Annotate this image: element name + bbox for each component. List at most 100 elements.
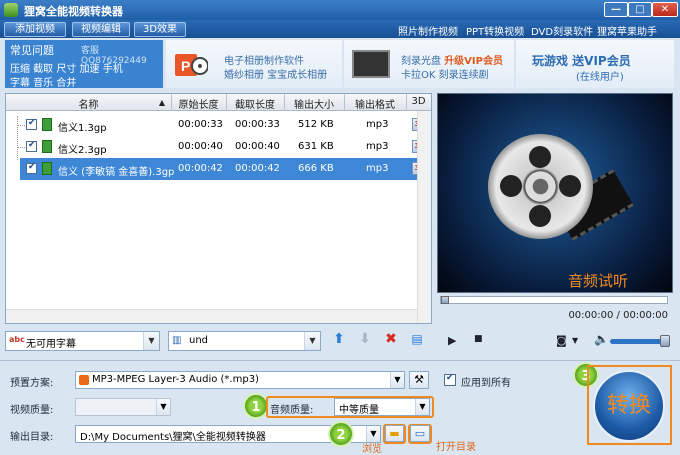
table-row[interactable]: 信义1.3gp 00:00:33 00:00:33 512 KB mp3 3D xyxy=(6,114,431,136)
col-3d[interactable]: 3D xyxy=(406,96,431,107)
ad-a-line2: 婚纱相册 宝宝成长相册 xyxy=(224,70,328,81)
output-format: mp3 xyxy=(366,141,389,152)
ad-c-line2: (在线用户) xyxy=(576,72,624,83)
video-quality-label: 视频质量: xyxy=(10,405,54,416)
chevron-down-icon: ▼ xyxy=(390,372,404,388)
preview-area: 音频试听 xyxy=(437,93,673,293)
move-down-icon[interactable]: ⬇ xyxy=(357,331,373,347)
convert-highlight: 转换 xyxy=(587,365,672,445)
ppt-icon: P xyxy=(175,54,208,76)
file-name: 信义 (李敏镐 金喜善).3gp xyxy=(58,167,175,178)
output-size: 512 KB xyxy=(298,119,334,130)
table-header: 名称 ▲ 原始长度 截取长度 输出大小 输出格式 3D xyxy=(6,94,431,111)
faq-links-row1[interactable]: 压缩 截取 尺寸 加速 手机 xyxy=(10,60,123,75)
table-row[interactable]: 信义2.3gp 00:00:40 00:00:40 631 KB mp3 3D xyxy=(6,136,431,158)
film-reel-icon xyxy=(488,134,593,239)
ad-b-line2: 卡拉OK 刻录连续剧 xyxy=(401,70,489,81)
clear-list-icon[interactable]: ▤ xyxy=(409,331,425,347)
row-checkbox[interactable] xyxy=(26,118,37,130)
step-2-badge: 2 xyxy=(328,421,354,447)
link-photo-video[interactable]: 照片制作视频 xyxy=(398,23,458,38)
file-name: 信义1.3gp xyxy=(58,123,107,134)
col-orig-length[interactable]: 原始长度 xyxy=(171,96,226,111)
file-list: 名称 ▲ 原始长度 截取长度 输出大小 输出格式 3D 信义1.3gp 00:0… xyxy=(5,93,432,324)
ad-game-vip[interactable]: 玩游戏 送VIP会员 (在线用户) xyxy=(516,40,674,88)
movie-thumbnail-icon xyxy=(352,50,390,78)
preset-label: 预置方案: xyxy=(10,378,54,389)
play-icon[interactable]: ▶ xyxy=(448,334,456,347)
add-video-button[interactable]: 添加视频 xyxy=(4,22,66,37)
3d-effect-button[interactable]: 3D效果 xyxy=(134,22,186,37)
link-dvd-burn[interactable]: DVD刻录软件 xyxy=(531,23,593,38)
cut-length: 00:00:40 xyxy=(235,141,280,152)
col-name[interactable]: 名称 xyxy=(6,96,171,111)
subtitle-select[interactable]: abc 无可用字幕 ▼ xyxy=(5,331,160,351)
output-dir-label: 输出目录: xyxy=(10,432,54,443)
seek-thumb[interactable] xyxy=(441,296,449,304)
apply-all-label[interactable]: 应用到所有 xyxy=(461,374,511,389)
minimize-button[interactable]: — xyxy=(604,2,628,17)
maximize-button[interactable]: □ xyxy=(628,2,652,17)
svg-text:P: P xyxy=(181,58,190,74)
audio-track-select[interactable]: ▥ und ▼ xyxy=(168,331,321,351)
preview-label: 音频试听 xyxy=(567,272,628,290)
ad-a-line1: 电子相册制作软件 xyxy=(224,56,304,67)
col-cut-length[interactable]: 截取长度 xyxy=(226,96,284,111)
horizontal-scrollbar[interactable] xyxy=(6,309,417,323)
close-button[interactable]: ✕ xyxy=(652,2,678,17)
audio-quality-value: 中等质量 xyxy=(339,405,379,416)
cut-length: 00:00:42 xyxy=(235,163,280,174)
sort-asc-icon: ▲ xyxy=(158,98,166,107)
settings-tools-icon[interactable]: ⚒ xyxy=(409,371,429,389)
move-up-icon[interactable]: ⬆ xyxy=(331,331,347,347)
audio-file-icon xyxy=(42,118,52,131)
audio-quality-select[interactable]: 中等质量 ▼ xyxy=(334,398,430,416)
apply-all-checkbox[interactable] xyxy=(444,373,456,386)
table-row-selected[interactable]: 信义 (李敏镐 金喜善).3gp 00:00:42 00:00:42 666 K… xyxy=(20,158,431,180)
file-name: 信义2.3gp xyxy=(58,145,107,156)
mp3-format-icon xyxy=(79,375,89,385)
link-apple-helper[interactable]: 狸窝苹果助手 xyxy=(597,23,657,38)
toolbar: 添加视频 视频编辑 3D效果 照片制作视频 PPT转换视频 DVD刻录软件 狸窝… xyxy=(0,20,680,38)
ad-burn-disc[interactable]: 刻录光盘 升级VIP会员 卡拉OK 刻录连续剧 xyxy=(344,40,514,88)
convert-button[interactable]: 转换 xyxy=(593,370,665,442)
audio-quality-label: 音频质量: xyxy=(270,405,314,416)
subtitle-icon: abc xyxy=(9,335,25,344)
window-title: 狸窝全能视频转换器 xyxy=(24,5,123,18)
volume-thumb[interactable] xyxy=(660,335,670,347)
video-quality-select[interactable]: ▼ xyxy=(75,398,171,416)
orig-length: 00:00:33 xyxy=(178,119,223,130)
audio-track-value: und xyxy=(189,335,209,346)
output-size: 631 KB xyxy=(298,141,334,152)
faq-panel: 常见问题 客服QQ876292449 压缩 截取 尺寸 加速 手机 字幕 音乐 … xyxy=(5,40,163,89)
seek-bar[interactable] xyxy=(440,296,668,304)
chevron-down-icon: ▼ xyxy=(143,332,159,350)
col-output-format[interactable]: 输出格式 xyxy=(344,96,406,111)
row-checkbox[interactable] xyxy=(26,162,37,174)
open-directory-icon[interactable]: ▭ xyxy=(410,425,430,442)
ad-photo-album[interactable]: P 电子相册制作软件 婚纱相册 宝宝成长相册 xyxy=(166,40,342,88)
row-checkbox[interactable] xyxy=(26,140,37,152)
faq-title[interactable]: 常见问题 xyxy=(10,42,54,58)
preset-select[interactable]: MP3-MPEG Layer-3 Audio (*.mp3) ▼ xyxy=(75,371,405,389)
delete-icon[interactable]: ✖ xyxy=(383,331,399,347)
browse-folder-icon[interactable]: ▬ xyxy=(385,425,404,442)
audio-file-icon xyxy=(42,140,52,153)
vertical-scrollbar[interactable] xyxy=(417,111,431,323)
snapshot-menu-icon[interactable]: ▼ xyxy=(572,336,578,345)
snapshot-icon[interactable]: ◙ xyxy=(556,334,567,347)
time-display: 00:00:00 / 00:00:00 xyxy=(568,310,668,321)
col-output-size[interactable]: 输出大小 xyxy=(284,96,344,111)
orig-length: 00:00:42 xyxy=(178,163,223,174)
link-ppt-video[interactable]: PPT转换视频 xyxy=(466,23,524,38)
output-dir-value: D:\My Documents\狸窝\全能视频转换器 xyxy=(80,432,266,443)
chevron-down-icon: ▼ xyxy=(304,332,320,350)
cut-length: 00:00:33 xyxy=(235,119,280,130)
app-logo-icon xyxy=(4,3,18,17)
stop-icon[interactable]: ■ xyxy=(474,334,483,344)
faq-links-row2[interactable]: 字幕 音乐 合并 xyxy=(10,74,76,89)
chevron-down-icon: ▼ xyxy=(156,399,170,415)
edit-video-button[interactable]: 视频编辑 xyxy=(72,22,130,37)
preset-value: MP3-MPEG Layer-3 Audio (*.mp3) xyxy=(92,374,259,385)
volume-icon[interactable]: 🔈 xyxy=(594,332,609,346)
